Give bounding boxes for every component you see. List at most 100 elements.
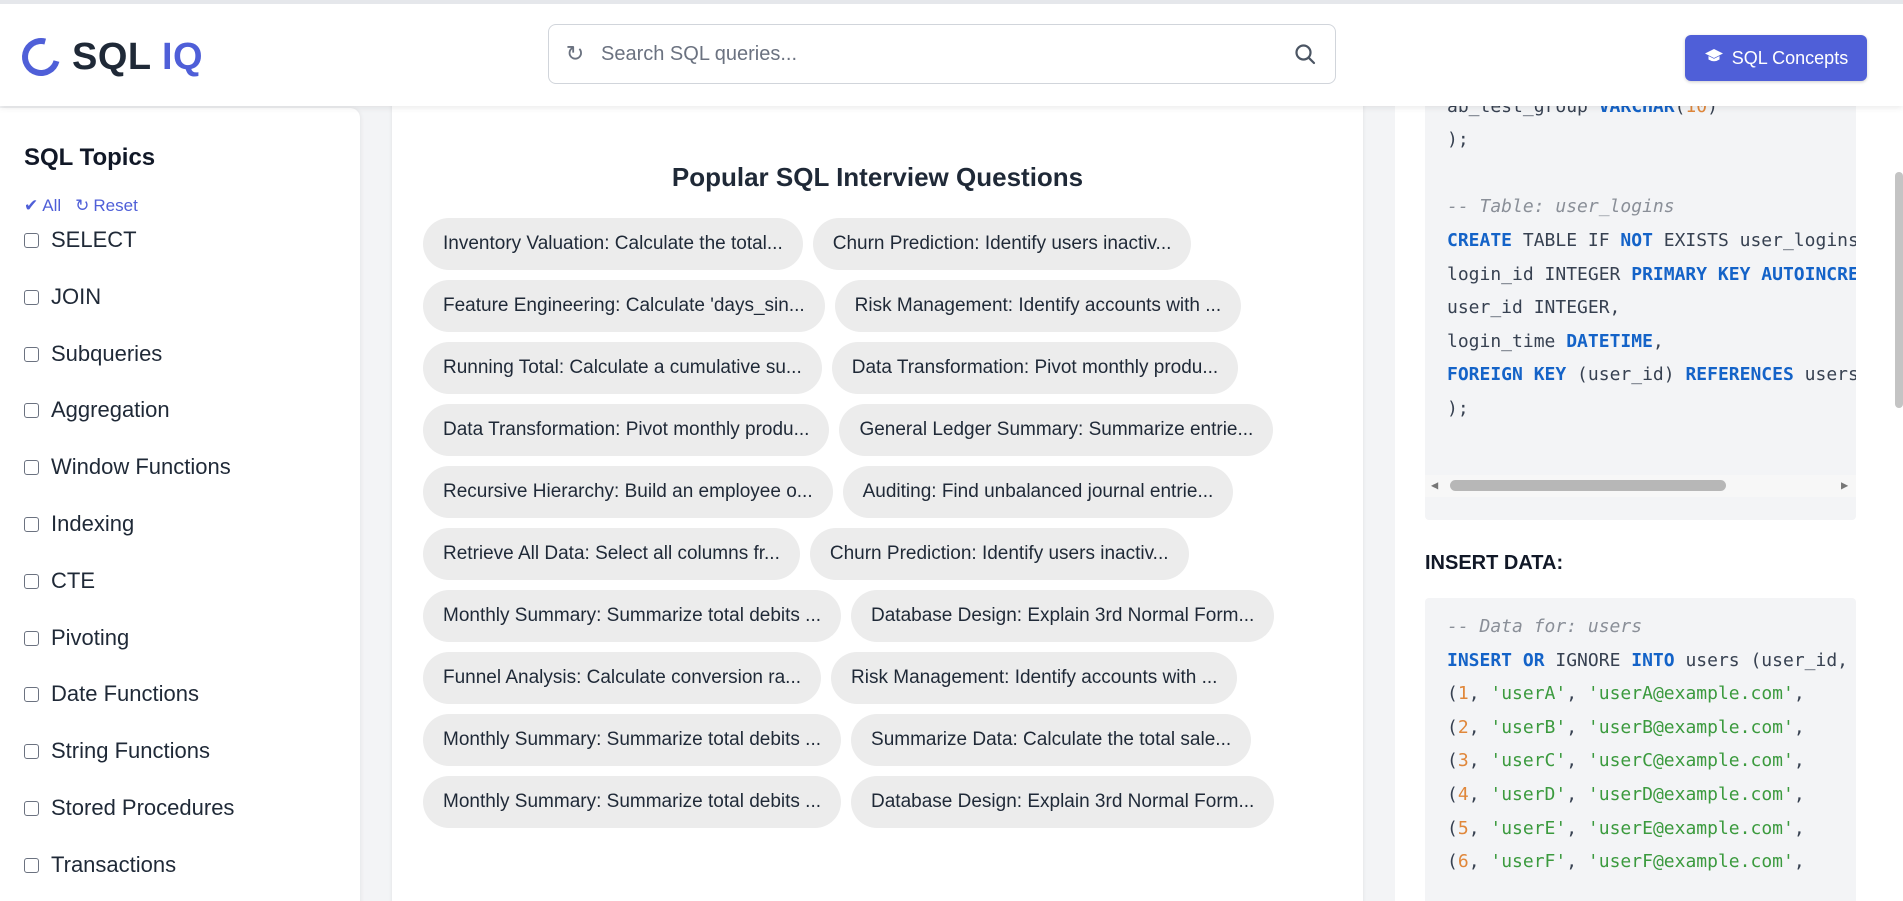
code-token: user_id INTEGER, bbox=[1447, 297, 1621, 319]
topic-item[interactable]: Pivoting bbox=[24, 625, 234, 682]
topic-list: SELECT JOIN Subqueries Aggregation Window Fu… bbox=[24, 227, 234, 901]
question-chip[interactable]: Running Total: Calculate a cumulative su… bbox=[423, 342, 822, 394]
code-line: (4, 'userD', 'userD@example.com', bbox=[1447, 778, 1856, 812]
question-chip[interactable]: Monthly Summary: Summarize total debits … bbox=[423, 590, 842, 642]
topics-sidebar: SQL Topics ✔ All ↻ Reset SELECT JOIN Subqu… bbox=[0, 108, 360, 901]
code-token: , bbox=[1566, 716, 1588, 738]
question-chip[interactable]: Churn Prediction: Identify users inactiv… bbox=[812, 218, 1192, 270]
code-token: 'userD' bbox=[1490, 783, 1567, 805]
question-chip[interactable]: Data Transformation: Pivot monthly produ… bbox=[423, 404, 830, 456]
chip-row: Monthly Summary: Summarize total debits … bbox=[423, 714, 1274, 776]
code-token: NOT bbox=[1620, 229, 1653, 251]
app-logo[interactable]: SQL IQ bbox=[15, 31, 203, 83]
question-chip[interactable]: Retrieve All Data: Select all columns fr… bbox=[423, 528, 800, 580]
schema-code-block: email VARCHAR(100) UNIQUE,ab_test_group … bbox=[1425, 90, 1856, 520]
code-token: ); bbox=[1447, 129, 1469, 151]
page-vertical-scrollbar[interactable] bbox=[1895, 172, 1903, 408]
sql-concepts-button[interactable]: SQL Concepts bbox=[1685, 35, 1867, 81]
code-token: 3 bbox=[1457, 750, 1469, 772]
sidebar-title: SQL Topics bbox=[24, 144, 156, 171]
logo-text: SQL IQ bbox=[72, 36, 203, 79]
topic-checkbox[interactable] bbox=[24, 687, 39, 703]
scrollbar-thumb[interactable] bbox=[1450, 480, 1726, 491]
code-token: REFERENCES bbox=[1685, 364, 1794, 386]
refresh-icon[interactable]: ↻ bbox=[549, 41, 601, 67]
topic-label: Date Functions bbox=[51, 681, 199, 707]
question-chip[interactable]: Feature Engineering: Calculate 'days_sin… bbox=[423, 280, 825, 332]
search-icon[interactable] bbox=[1275, 42, 1335, 66]
question-chip[interactable]: Monthly Summary: Summarize total debits … bbox=[423, 714, 842, 766]
question-chip[interactable]: Database Design: Explain 3rd Normal Form… bbox=[851, 590, 1275, 642]
code-line: (6, 'userF', 'userF@example.com', bbox=[1447, 845, 1856, 879]
chip-row: Monthly Summary: Summarize total debits … bbox=[423, 590, 1275, 652]
question-chip[interactable]: Data Transformation: Pivot monthly produ… bbox=[831, 342, 1239, 394]
question-chip[interactable]: Database Design: Explain 3rd Normal Form… bbox=[851, 776, 1275, 828]
insert-data-heading: INSERT DATA: bbox=[1425, 552, 1564, 574]
topic-item[interactable]: Subqueries bbox=[24, 341, 234, 398]
popular-questions-title: Popular SQL Interview Questions bbox=[671, 162, 1084, 192]
select-all-button[interactable]: ✔ All bbox=[24, 196, 61, 216]
question-chip[interactable]: Risk Management: Identify accounts with … bbox=[834, 280, 1242, 332]
search-input[interactable] bbox=[601, 25, 1275, 83]
topic-item[interactable]: String Functions bbox=[24, 738, 234, 795]
chip-row: Funnel Analysis: Calculate conversion ra… bbox=[423, 652, 1274, 714]
topic-item[interactable]: Window Functions bbox=[24, 454, 234, 511]
question-chip[interactable]: Summarize Data: Calculate the total sale… bbox=[851, 714, 1252, 766]
question-chip[interactable]: Churn Prediction: Identify users inactiv… bbox=[809, 528, 1189, 580]
question-chip[interactable]: Inventory Valuation: Calculate the total… bbox=[423, 218, 803, 270]
code-token: , bbox=[1566, 683, 1588, 705]
topic-label: Transactions bbox=[51, 851, 177, 877]
topic-checkbox[interactable] bbox=[24, 857, 39, 873]
code-horizontal-scrollbar[interactable]: ◀ ▶ bbox=[1425, 475, 1856, 497]
code-token: 'userA@example.com' bbox=[1587, 683, 1794, 705]
code-token: 'userB' bbox=[1490, 716, 1567, 738]
code-token: , bbox=[1793, 783, 1816, 805]
topic-checkbox[interactable] bbox=[24, 744, 39, 760]
topic-item[interactable]: Stored Procedures bbox=[24, 795, 234, 852]
chip-row: Data Transformation: Pivot monthly produ… bbox=[423, 404, 1274, 466]
topic-checkbox[interactable] bbox=[24, 630, 39, 646]
chip-row: Inventory Valuation: Calculate the total… bbox=[423, 218, 1274, 280]
topic-item[interactable]: Indexing bbox=[24, 511, 234, 568]
topic-checkbox[interactable] bbox=[24, 346, 39, 362]
code-token: ); bbox=[1447, 397, 1469, 419]
code-token: login_time bbox=[1447, 330, 1567, 352]
topic-item[interactable]: Date Functions bbox=[24, 681, 234, 738]
topic-label: Stored Procedures bbox=[51, 794, 235, 820]
question-chip[interactable]: Recursive Hierarchy: Build an employee o… bbox=[423, 466, 833, 518]
topic-label: Indexing bbox=[51, 510, 135, 536]
topic-item[interactable]: SELECT bbox=[24, 227, 234, 284]
code-token: EXISTS user_logins ( bbox=[1663, 229, 1856, 251]
reset-button[interactable]: ↻ Reset bbox=[75, 196, 138, 216]
code-token: , bbox=[1793, 683, 1816, 705]
sql-concepts-label: SQL Concepts bbox=[1731, 47, 1849, 68]
topic-item[interactable]: JOIN bbox=[24, 284, 234, 341]
code-line: (5, 'userE', 'userE@example.com', bbox=[1447, 812, 1856, 846]
code-token: INSERT OR bbox=[1447, 649, 1545, 671]
topic-item[interactable]: Transactions bbox=[24, 852, 234, 901]
question-chip[interactable]: Auditing: Find unbalanced journal entrie… bbox=[842, 466, 1234, 518]
question-chip[interactable]: Funnel Analysis: Calculate conversion ra… bbox=[423, 652, 822, 704]
topic-item[interactable]: Aggregation bbox=[24, 397, 234, 454]
question-chip[interactable]: General Ledger Summary: Summarize entrie… bbox=[839, 404, 1274, 456]
topic-checkbox[interactable] bbox=[24, 233, 39, 248]
scroll-right-icon[interactable]: ▶ bbox=[1841, 478, 1848, 492]
topic-checkbox[interactable] bbox=[24, 516, 39, 532]
topic-checkbox[interactable] bbox=[24, 460, 39, 476]
question-chip-list: Inventory Valuation: Calculate the total… bbox=[423, 218, 1275, 838]
question-chip[interactable]: Risk Management: Identify accounts with … bbox=[831, 652, 1238, 704]
topic-checkbox[interactable] bbox=[24, 403, 39, 419]
topic-checkbox[interactable] bbox=[24, 800, 39, 816]
question-chip[interactable]: Monthly Summary: Summarize total debits … bbox=[423, 776, 842, 828]
topic-label: Subqueries bbox=[51, 340, 163, 366]
code-token: ( bbox=[1447, 716, 1458, 738]
topic-checkbox[interactable] bbox=[24, 573, 39, 589]
topic-label: Window Functions bbox=[51, 454, 231, 480]
scroll-left-icon[interactable]: ◀ bbox=[1431, 478, 1438, 492]
topic-checkbox[interactable] bbox=[24, 289, 39, 305]
code-token: 'userA' bbox=[1490, 683, 1567, 705]
code-token: PRIMARY KEY AUTOINCREMENT bbox=[1631, 263, 1856, 285]
code-token: IGNORE bbox=[1544, 649, 1632, 671]
topic-item[interactable]: CTE bbox=[24, 568, 234, 625]
